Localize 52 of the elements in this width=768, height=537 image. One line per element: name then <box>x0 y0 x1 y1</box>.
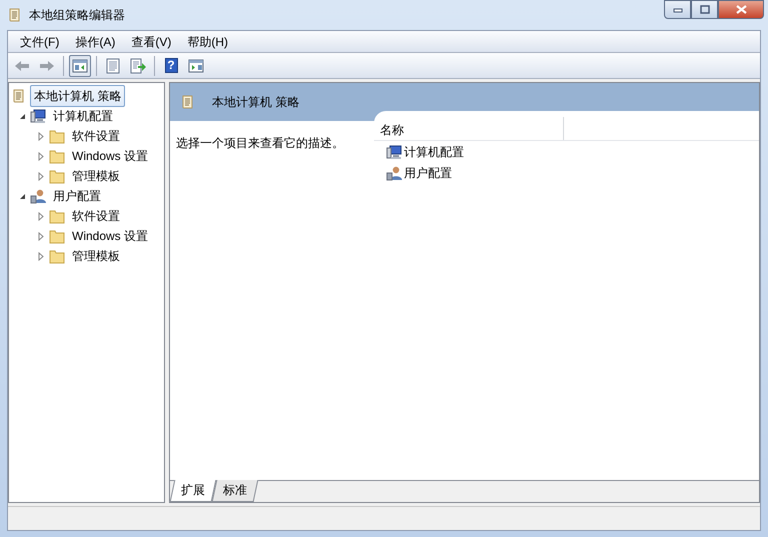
menu-item[interactable]: 查看(V) <box>123 32 180 50</box>
tree-item[interactable]: 软件设置 <box>68 125 124 147</box>
minimize-icon <box>672 6 682 12</box>
user-icon <box>386 164 402 180</box>
expand-arrow-icon[interactable] <box>38 252 44 260</box>
expand-arrow-icon[interactable] <box>38 172 44 180</box>
tree-item[interactable]: 用户配置 <box>49 185 105 207</box>
column-header[interactable]: 名称 <box>374 117 564 140</box>
expand-arrow-icon[interactable] <box>38 152 44 160</box>
collapse-arrow-icon[interactable] <box>18 112 26 120</box>
computer-icon <box>30 108 46 124</box>
computer-icon <box>386 144 402 160</box>
export-list-icon <box>130 58 146 74</box>
toolbar-button[interactable]: ? <box>160 54 182 76</box>
view-tab[interactable]: 标准 <box>212 480 258 502</box>
folder-icon <box>49 228 65 244</box>
minimize-button[interactable] <box>664 0 691 19</box>
list-item[interactable]: 用户配置 <box>374 162 759 183</box>
expand-arrow-icon[interactable] <box>38 232 44 240</box>
menu-item[interactable]: 操作(A) <box>67 32 124 50</box>
folder-icon <box>49 208 65 224</box>
maximize-icon <box>700 5 710 14</box>
folder-icon <box>49 148 65 164</box>
close-icon <box>736 5 746 14</box>
tree-item[interactable]: 管理模板 <box>68 165 124 187</box>
tree-item[interactable]: 本地计算机 策略 <box>30 85 126 107</box>
maximize-button[interactable] <box>691 0 718 19</box>
user-icon <box>30 188 46 204</box>
tree-item[interactable]: 管理模板 <box>68 245 124 267</box>
tree-item[interactable]: 软件设置 <box>68 205 124 227</box>
menu-item[interactable]: 帮助(H) <box>179 32 236 50</box>
folder-icon <box>49 168 65 184</box>
collapse-arrow-icon[interactable] <box>18 192 26 200</box>
window-title: 本地组策略编辑器 <box>29 7 125 24</box>
show-tree-icon <box>72 58 88 74</box>
expand-arrow-icon[interactable] <box>38 212 44 220</box>
show-action-pane-icon <box>188 58 204 74</box>
view-tab[interactable]: 扩展 <box>170 480 216 502</box>
expand-arrow-icon[interactable] <box>38 132 44 140</box>
menu-item[interactable]: 文件(F) <box>12 32 68 50</box>
pane-title: 本地计算机 策略 <box>212 94 300 111</box>
description-text: 选择一个项目来查看它的描述。 <box>175 135 345 152</box>
folder-icon <box>49 128 65 144</box>
tree-item[interactable]: 计算机配置 <box>49 105 117 127</box>
close-button[interactable] <box>718 0 764 19</box>
folder-icon <box>49 248 65 264</box>
toolbar-button[interactable] <box>69 54 91 76</box>
properties-icon <box>105 58 121 74</box>
help-icon: ? <box>164 58 178 73</box>
tree-item[interactable]: Windows 设置 <box>68 225 152 247</box>
tree-item[interactable]: Windows 设置 <box>68 145 152 167</box>
list-item[interactable]: 计算机配置 <box>374 141 759 162</box>
